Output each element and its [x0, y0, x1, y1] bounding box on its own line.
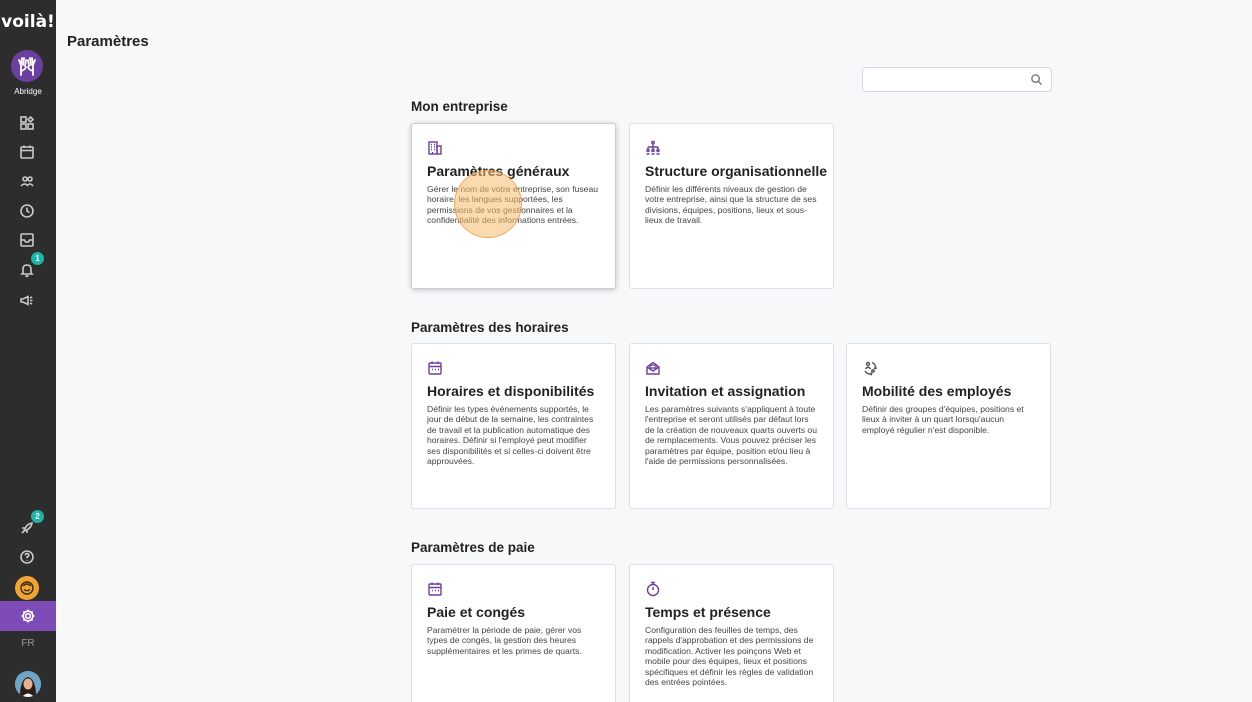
card-title: Horaires et disponibilités: [427, 383, 595, 399]
support-avatar[interactable]: [15, 576, 39, 600]
app-logo[interactable]: voilà!: [0, 12, 56, 32]
card-description: Définir les types événements supportés, …: [427, 404, 594, 467]
card-mobilite-employes[interactable]: Mobilité des employés Définir des groupe…: [846, 343, 1051, 509]
org-chart-icon: [645, 140, 661, 156]
mail-open-icon: [645, 360, 661, 376]
section-title-parametres-horaires: Paramètres des horaires: [411, 320, 569, 335]
org-avatar[interactable]: [11, 50, 43, 82]
card-title: Invitation et assignation: [645, 383, 806, 399]
card-description: Les paramètres suivants s'appliquent à t…: [645, 404, 817, 467]
user-avatar[interactable]: [15, 671, 41, 697]
help-icon[interactable]: [16, 546, 38, 568]
search-input[interactable]: [863, 68, 1023, 91]
search-icon[interactable]: [1030, 73, 1043, 86]
raised-hands-icon: [18, 57, 36, 76]
notifications-bell-icon[interactable]: 1: [16, 252, 44, 281]
card-temps-presence[interactable]: Temps et présence Configuration des feui…: [629, 564, 834, 702]
card-description: Gérer le nom de votre entreprise, son fu…: [427, 184, 599, 226]
settings-nav-item[interactable]: [0, 601, 56, 631]
card-title: Temps et présence: [645, 604, 771, 620]
inbox-icon[interactable]: [16, 229, 38, 251]
card-structure-organisationnelle[interactable]: Structure organisationnelle Définir les …: [629, 123, 834, 289]
page-title: Paramètres: [67, 33, 149, 50]
people-icon[interactable]: [16, 170, 38, 192]
card-title: Paie et congés: [427, 604, 526, 620]
card-description: Définir les différents niveaux de gestio…: [645, 184, 817, 226]
updates-badge: 2: [31, 510, 44, 523]
card-invitation-assignation[interactable]: Invitation et assignation Les paramètres…: [629, 343, 834, 509]
card-description: Définir des groupes d'équipes, positions…: [862, 404, 1024, 435]
card-description: Paramétrer la période de paie, gérer vos…: [427, 625, 582, 656]
calendar-nav-icon[interactable]: [16, 141, 38, 163]
clock-icon[interactable]: [16, 200, 38, 222]
language-switcher[interactable]: FR: [0, 638, 56, 649]
card-paie-conges[interactable]: Paie et congés Paramétrer la période de …: [411, 564, 616, 702]
building-icon: [427, 140, 443, 156]
section-title-mon-entreprise: Mon entreprise: [411, 99, 508, 114]
megaphone-icon[interactable]: [16, 289, 38, 311]
stopwatch-icon: [645, 581, 661, 597]
dashboard-icon[interactable]: [16, 112, 38, 134]
search-box[interactable]: [862, 67, 1052, 92]
notifications-badge: 1: [31, 252, 44, 265]
card-description: Configuration des feuilles de temps, des…: [645, 625, 814, 688]
face-icon: [20, 581, 34, 595]
section-title-parametres-paie: Paramètres de paie: [411, 540, 535, 555]
card-title: Structure organisationnelle: [645, 163, 828, 179]
calendar-icon: [427, 581, 443, 597]
card-horaires-disponibilites[interactable]: Horaires et disponibilités Définir les t…: [411, 343, 616, 509]
card-title: Mobilité des employés: [862, 383, 1012, 399]
profile-photo-icon: [15, 671, 41, 697]
org-name: Abridge: [14, 87, 42, 96]
card-parametres-generaux[interactable]: Paramètres généraux Gérer le nom de votr…: [411, 123, 616, 289]
rocket-icon[interactable]: 2: [16, 510, 44, 539]
card-title: Paramètres généraux: [427, 163, 570, 179]
calendar-icon: [427, 360, 443, 376]
gear-icon: [21, 609, 35, 623]
employee-mobility-icon: [862, 360, 878, 376]
sidebar: voilà! Abridge 1 2 FR: [0, 0, 56, 702]
